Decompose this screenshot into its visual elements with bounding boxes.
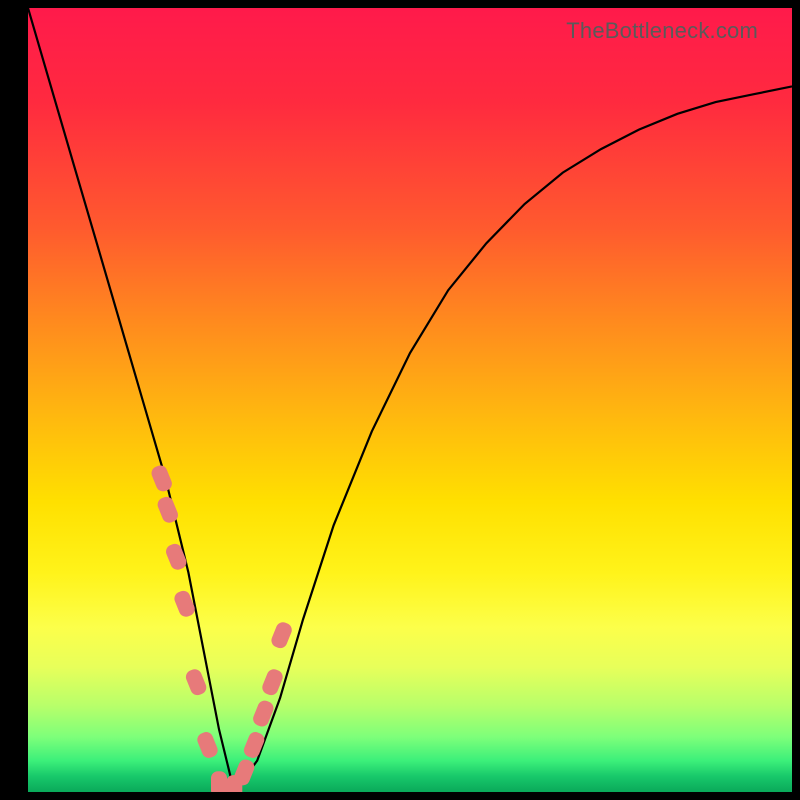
curve-marker xyxy=(149,463,174,493)
plot-area: TheBottleneck.com xyxy=(28,8,792,792)
curve-marker xyxy=(269,620,294,650)
bottleneck-curve xyxy=(28,8,792,792)
curve-marker xyxy=(251,699,276,729)
chart-frame: TheBottleneck.com xyxy=(0,0,800,800)
curve-marker xyxy=(184,667,209,697)
curve-marker xyxy=(164,542,189,572)
curve-line xyxy=(28,8,792,792)
curve-marker xyxy=(195,730,220,760)
curve-marker xyxy=(242,730,267,760)
